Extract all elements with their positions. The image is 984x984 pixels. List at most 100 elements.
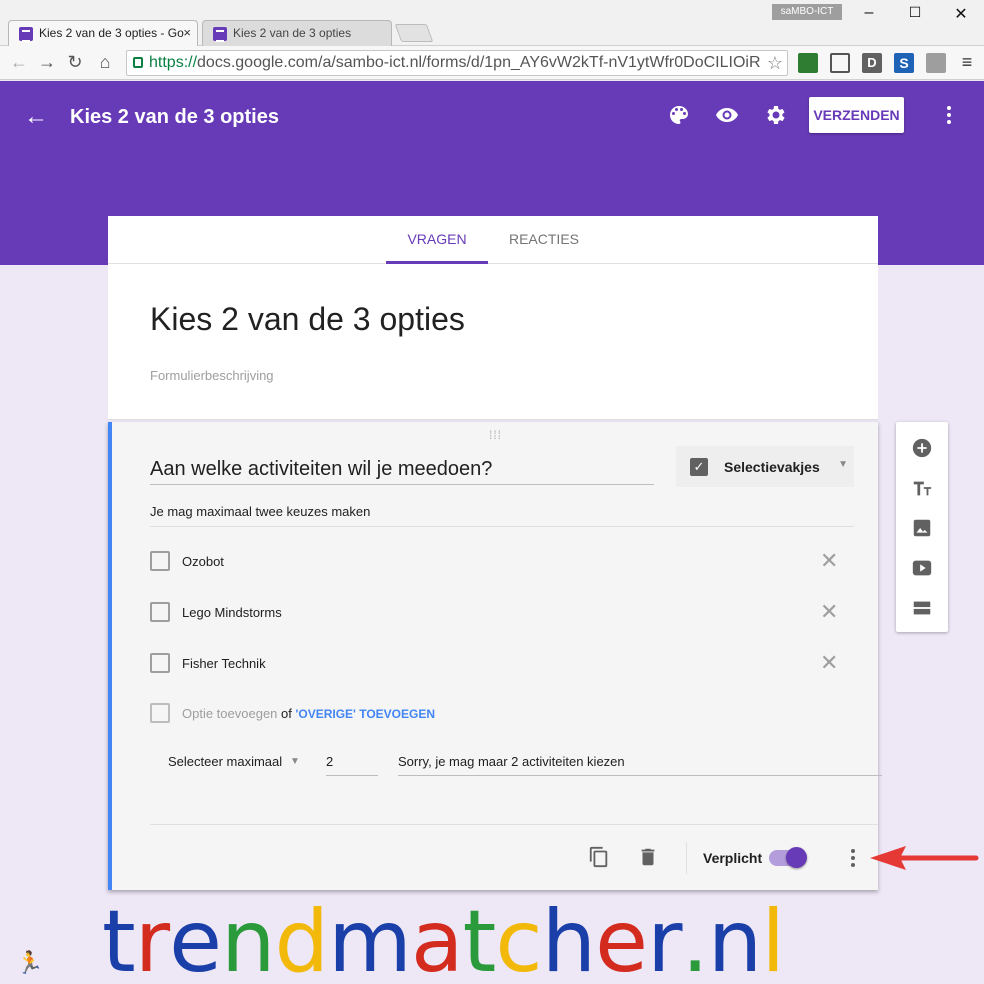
forward-icon[interactable]: →: [36, 52, 58, 73]
send-button[interactable]: VERZENDEN: [809, 97, 904, 133]
back-arrow-icon[interactable]: ←: [24, 103, 48, 131]
extension-s-icon[interactable]: S: [894, 53, 914, 73]
add-video-icon[interactable]: [911, 557, 933, 579]
checkbox: [150, 703, 170, 723]
remove-option-icon[interactable]: ✕: [820, 548, 838, 574]
new-tab-button[interactable]: [394, 24, 434, 42]
reload-icon[interactable]: ↻: [64, 52, 86, 73]
trendmatcher-watermark: trendmatcher.nl: [102, 892, 785, 984]
toggle-knob: [786, 847, 807, 868]
delete-trash-icon[interactable]: [637, 846, 659, 868]
profile-badge[interactable]: saMBO-ICT: [772, 4, 842, 20]
palette-icon[interactable]: [667, 103, 691, 127]
checkbox: [150, 602, 170, 622]
question-title-input[interactable]: Aan welke activiteiten wil je meedoen?: [150, 458, 654, 485]
more-vert-icon[interactable]: [944, 103, 954, 127]
settings-gear-icon[interactable]: [763, 103, 787, 127]
option-label-input[interactable]: Lego Mindstorms: [182, 605, 282, 620]
add-option-input[interactable]: Optie toevoegen: [182, 706, 277, 721]
header-form-title: Kies 2 van de 3 opties: [70, 106, 279, 128]
side-toolbar: [896, 422, 948, 632]
question-more-vert-icon[interactable]: [850, 846, 856, 870]
question-type-select[interactable]: ✓ Selectievakjes ▼: [676, 446, 854, 487]
watermark-letter: a: [410, 892, 464, 984]
watermark-letter: r: [647, 892, 682, 984]
home-icon[interactable]: ⌂: [94, 52, 116, 73]
drag-handle-icon[interactable]: ⁞⁞⁞: [489, 428, 502, 442]
duplicate-icon[interactable]: [588, 846, 610, 868]
watermark-letter: t: [102, 892, 136, 984]
add-question-icon[interactable]: [911, 437, 933, 459]
option-label-input[interactable]: Ozobot: [182, 554, 224, 569]
option-row: Lego Mindstorms ✕: [150, 599, 854, 627]
form-title-card: Kies 2 van de 3 opties Formulierbeschrij…: [108, 264, 878, 420]
add-option-row: Optie toevoegen of 'OVERIGE' TOEVOEGEN: [150, 702, 854, 728]
checkbox: [150, 551, 170, 571]
required-label: Verplicht: [703, 850, 763, 866]
browser-tab-inactive[interactable]: Kies 2 van de 3 opties: [202, 20, 392, 46]
tab-title: Kies 2 van de 3 opties: [233, 26, 352, 40]
watermark-letter: c: [495, 892, 542, 984]
watermark-letter: e: [169, 892, 222, 984]
address-bar[interactable]: https://docs.google.com/a/sambo-ict.nl/f…: [126, 50, 788, 76]
footer-divider: [150, 824, 878, 825]
watermark-letter: t: [462, 892, 497, 984]
extension-screen-icon[interactable]: [830, 53, 850, 73]
dropdown-arrow-icon[interactable]: ▼: [290, 756, 300, 767]
annotation-arrow-icon: [870, 846, 979, 870]
extension-gray-icon[interactable]: [926, 53, 946, 73]
validation-error-text-input[interactable]: Sorry, je mag maar 2 activiteiten kiezen: [398, 754, 882, 776]
preview-eye-icon[interactable]: [715, 103, 739, 127]
watermark-letter: h: [541, 892, 597, 984]
extension-d-icon[interactable]: D: [862, 53, 882, 73]
extension-green-icon[interactable]: [798, 53, 818, 73]
option-label-input[interactable]: Fisher Technik: [182, 656, 266, 671]
close-window-button[interactable]: ✕: [938, 4, 984, 24]
bookmark-star-icon[interactable]: ☆: [767, 51, 783, 75]
add-title-text-icon[interactable]: [911, 477, 933, 499]
remove-option-icon[interactable]: ✕: [820, 599, 838, 625]
watermark-letter: .: [681, 892, 708, 984]
watermark-letter: r: [134, 892, 170, 984]
url-text: docs.google.com/a/sambo-ict.nl/forms/d/1…: [197, 54, 761, 71]
or-text: of: [281, 706, 292, 721]
validation-number-input[interactable]: 2: [326, 754, 378, 776]
watermark-letter: m: [328, 892, 412, 984]
url-scheme: https://: [149, 54, 198, 71]
option-row: Ozobot ✕: [150, 548, 854, 576]
browser-toolbar: ← → ↻ ⌂ https://docs.google.com/a/sambo-…: [0, 46, 984, 80]
maximize-button[interactable]: ☐: [892, 4, 938, 21]
option-row: Fisher Technik ✕: [150, 650, 854, 678]
forms-favicon-icon: [19, 27, 33, 42]
dropdown-arrow-icon: ▼: [838, 459, 848, 470]
form-description-input[interactable]: Formulierbeschrijving: [150, 368, 274, 383]
lock-icon: [133, 57, 143, 68]
minimize-button[interactable]: –: [846, 4, 892, 22]
question-type-label: Selectievakjes: [724, 459, 820, 475]
watermark-letter: l: [761, 892, 785, 984]
validation-rule-select[interactable]: Selecteer maximaal: [168, 754, 282, 769]
tab-responses[interactable]: REACTIES: [494, 216, 594, 264]
add-section-icon[interactable]: [911, 597, 933, 619]
required-toggle[interactable]: [769, 847, 807, 868]
forms-favicon-icon: [213, 27, 227, 42]
remove-option-icon[interactable]: ✕: [820, 650, 838, 676]
add-image-icon[interactable]: [911, 517, 933, 539]
browser-titlebar: Kies 2 van de 3 opties - Go × Kies 2 van…: [0, 0, 984, 46]
tab-close-icon[interactable]: ×: [183, 25, 191, 40]
question-description-input[interactable]: Je mag maximaal twee keuzes maken: [150, 504, 854, 527]
footer-vertical-divider: [686, 842, 687, 874]
back-icon[interactable]: ←: [8, 52, 30, 73]
browser-tab-active[interactable]: Kies 2 van de 3 opties - Go ×: [8, 20, 198, 46]
question-card[interactable]: ⁞⁞⁞ Aan welke activiteiten wil je meedoe…: [108, 422, 882, 890]
tab-title: Kies 2 van de 3 opties - Go: [39, 26, 184, 40]
chrome-menu-icon[interactable]: ≡: [956, 52, 978, 73]
watermark-letter: n: [221, 892, 276, 984]
runner-icon: 🏃: [16, 950, 44, 975]
form-tabs: VRAGEN REACTIES: [108, 216, 878, 264]
add-other-link[interactable]: 'OVERIGE' TOEVOEGEN: [296, 707, 436, 721]
form-title-input[interactable]: Kies 2 van de 3 opties: [150, 301, 465, 338]
add-option-area: Optie toevoegen of 'OVERIGE' TOEVOEGEN: [182, 706, 435, 721]
tab-questions[interactable]: VRAGEN: [386, 216, 488, 264]
watermark-letter: n: [707, 892, 763, 984]
